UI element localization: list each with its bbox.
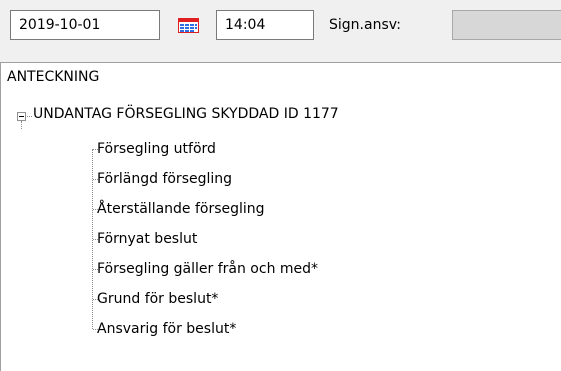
collapse-icon[interactable] (17, 112, 26, 121)
calendar-icon[interactable] (178, 18, 199, 33)
sign-field[interactable] (452, 10, 561, 40)
tree-child-item[interactable]: Återställande försegling (97, 199, 265, 219)
date-field[interactable]: 2019-10-01 (10, 10, 160, 40)
tree-child-item[interactable]: Försegling utförd (97, 139, 216, 159)
tree-view[interactable]: ANTECKNING UNDANTAG FÖRSEGLING SKYDDAD I… (0, 62, 561, 371)
tree-child-item[interactable]: Ansvarig för beslut* (97, 319, 236, 339)
tree-connector (27, 116, 32, 117)
tree-parent-label[interactable]: UNDANTAG FÖRSEGLING SKYDDAD ID 1177 (33, 104, 339, 124)
sign-label: Sign.ansv: (329, 17, 401, 33)
tree-root-label[interactable]: ANTECKNING (7, 67, 99, 87)
tree-connector (21, 121, 22, 129)
tree-child-item[interactable]: Förlängd försegling (97, 169, 232, 189)
time-field[interactable]: 14:04 (216, 10, 314, 40)
tree-child-item[interactable]: Försegling gäller från och med* (97, 259, 318, 279)
toolbar: 2019-10-01 14:04 Sign.ansv: (0, 0, 561, 62)
tree-child-item[interactable]: Förnyat beslut (97, 229, 197, 249)
tree-child-item[interactable]: Grund för beslut* (97, 289, 218, 309)
